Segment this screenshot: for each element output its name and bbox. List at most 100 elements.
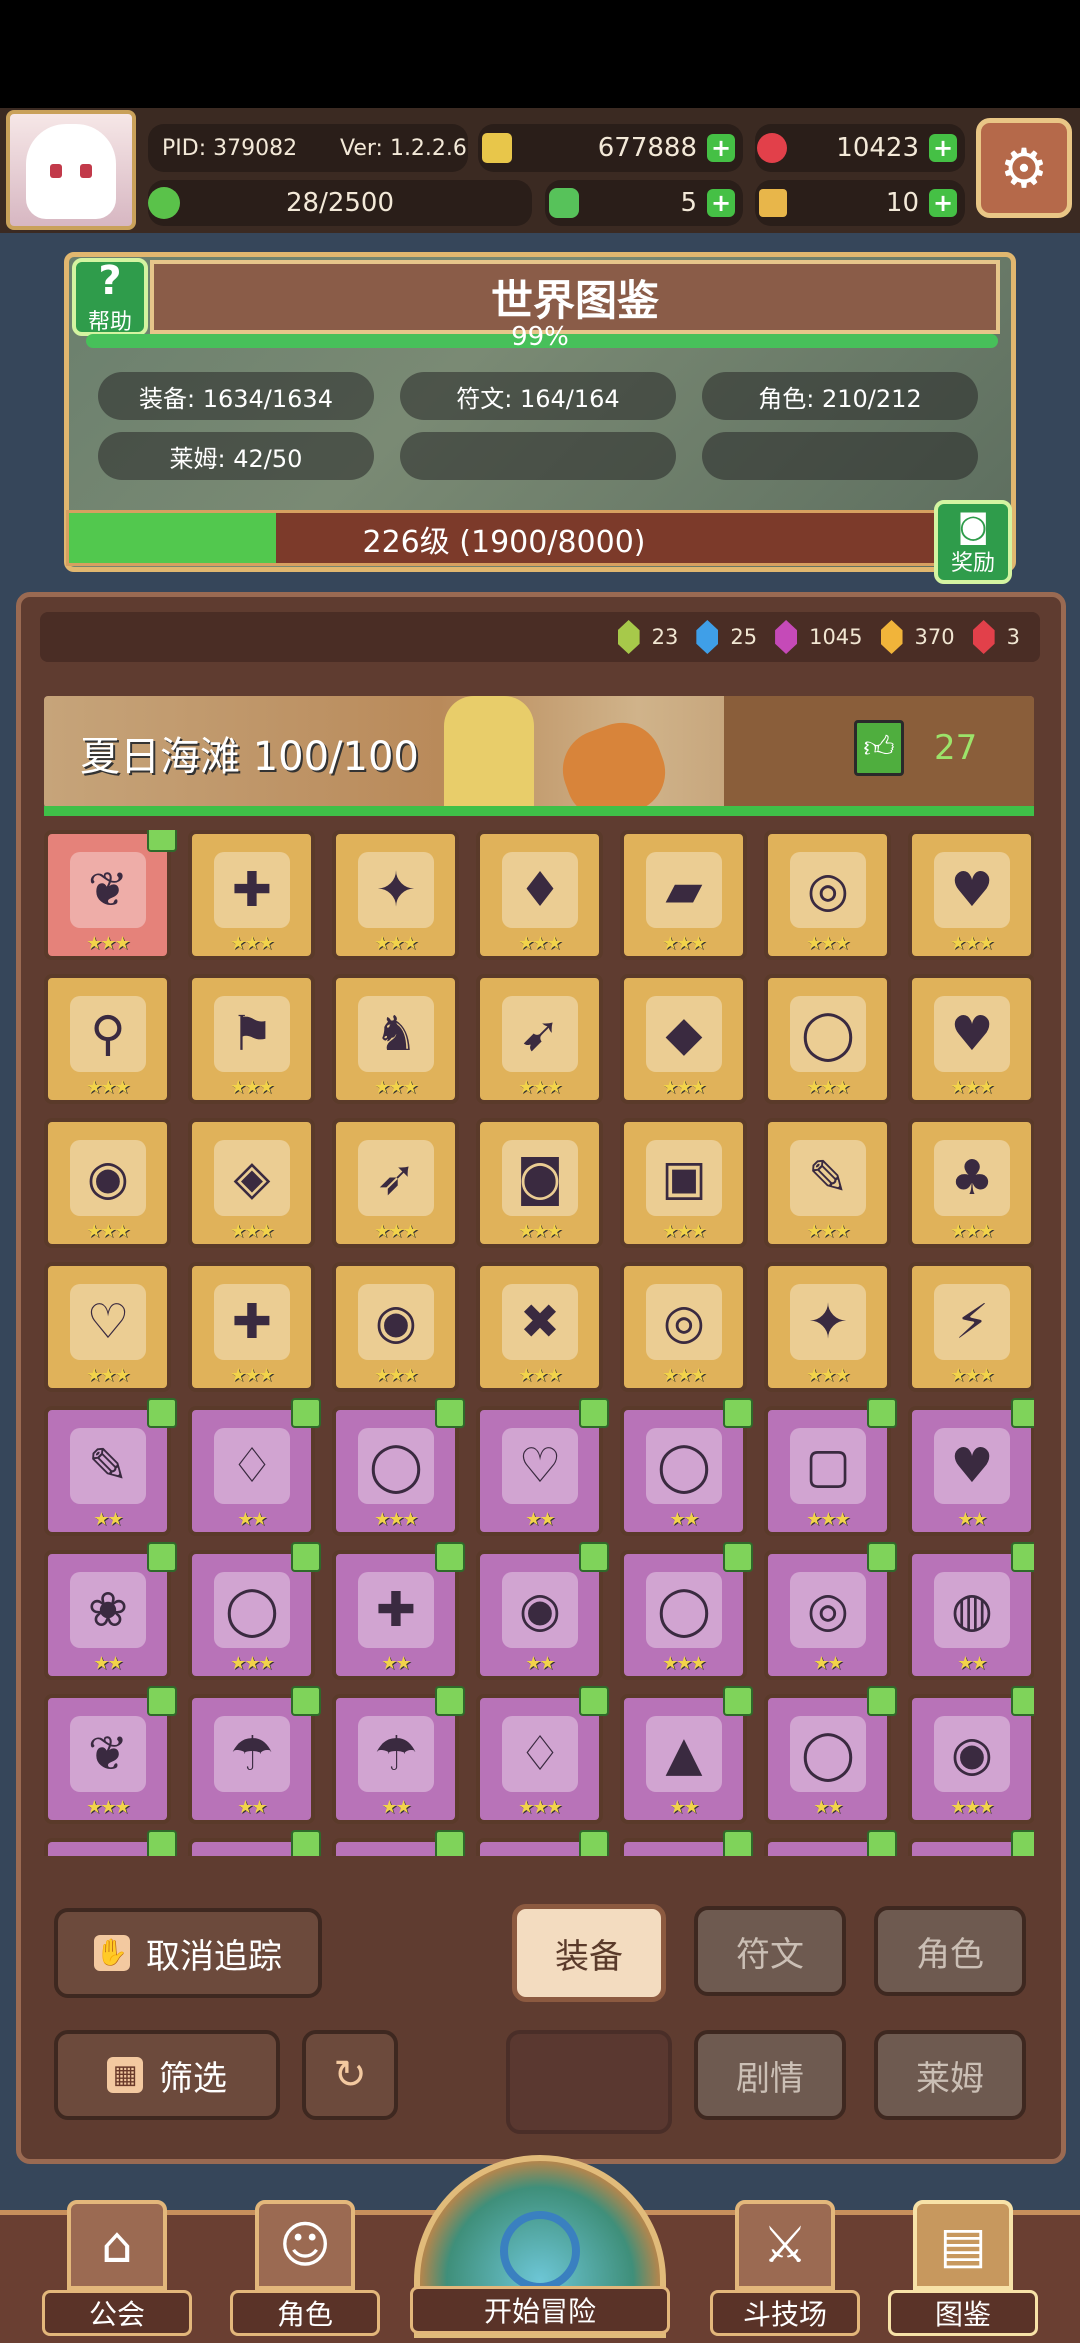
collection-item[interactable]: ◎★★★ [620, 1262, 747, 1392]
pid-text: PID: 379082 [162, 135, 298, 161]
tracked-thumb-icon [867, 1686, 897, 1716]
collection-item[interactable]: ❦★★ [44, 1830, 177, 1856]
collection-item[interactable]: ◎★★★ [764, 830, 891, 960]
tracked-thumb-icon [1011, 1830, 1034, 1856]
collection-item[interactable]: ♢ ★★★ [476, 1686, 609, 1824]
collection-item[interactable]: ▢ ★★★ [764, 1398, 897, 1536]
item-icon: ❦ [70, 1716, 146, 1792]
collection-item[interactable]: ▰ ★★★ [620, 830, 747, 960]
collection-item[interactable]: ⚑ ★★★ [188, 974, 315, 1104]
item-icon: ◆ [646, 996, 722, 1072]
tracked-thumb-icon [723, 1830, 753, 1856]
collection-item[interactable]: ❦ ★★★ [44, 1686, 177, 1824]
add-gem-button[interactable]: + [929, 134, 957, 162]
tab-story[interactable]: 剧情 [694, 2030, 846, 2120]
nav-guild[interactable]: ⌂ 公会 [42, 2190, 192, 2336]
add-clover-button[interactable]: + [707, 189, 735, 217]
gem-counter: 10423 + [755, 124, 965, 172]
refresh-button[interactable]: ↻ [302, 2030, 398, 2120]
collection-item[interactable]: ➹ ★★★ [476, 974, 603, 1104]
collection-item[interactable]: ◉ ★★★ [44, 1118, 171, 1248]
nav-codex[interactable]: ▤ 图鉴 [888, 2190, 1038, 2336]
add-gold-button[interactable]: + [707, 134, 735, 162]
collection-item[interactable]: ◯ ★★ [620, 1398, 753, 1536]
nav-role[interactable]: ☺ 角色 [230, 2190, 380, 2336]
collection-item[interactable]: ▲ ★★ [620, 1686, 753, 1824]
item-icon: ☂ [214, 1716, 290, 1792]
key-amount: 10 [885, 188, 919, 218]
collection-item[interactable]: ◯ ★★★ [188, 1542, 321, 1680]
tab-role-label: 角色 [916, 1934, 984, 1975]
collection-item[interactable]: ◈ ★★★ [188, 1118, 315, 1248]
collection-item[interactable]: ◉ ★★★ [908, 1686, 1034, 1824]
tab-slime[interactable]: 莱姆 [874, 2030, 1026, 2120]
collection-item[interactable]: ♥★★ [908, 1398, 1034, 1536]
tab-equipment[interactable]: 装备 [512, 1904, 666, 2002]
collection-item[interactable]: ✚★★ [332, 1542, 465, 1680]
collection-item[interactable]: ♥★★ [908, 1830, 1034, 1856]
collection-item[interactable]: ✦★★★ [764, 1262, 891, 1392]
item-icon: ♡ [70, 1284, 146, 1360]
collection-item[interactable]: ☂ ★★ [188, 1686, 321, 1824]
collection-item[interactable]: ◎ ★★ [764, 1542, 897, 1680]
collection-item[interactable]: ◍ ★★ [908, 1542, 1034, 1680]
collection-item[interactable]: ◉ ★★ [476, 1542, 609, 1680]
stat-slime: 莱姆: 42/50 [98, 432, 374, 480]
collection-item[interactable]: ✚ ★★★ [188, 830, 315, 960]
star-rating: ★★ [957, 1653, 987, 1674]
collection-item[interactable]: ✦★★★ [332, 830, 459, 960]
like-button[interactable]: 👍︎ [854, 720, 904, 776]
collection-item[interactable]: ✖ ★★★ [476, 1262, 603, 1392]
collection-item[interactable]: ◯ ★★★ [620, 1542, 753, 1680]
collection-item[interactable]: ◯ ★★★ [764, 974, 891, 1104]
collection-item[interactable]: ✚★★ [188, 1830, 321, 1856]
collection-item[interactable]: ✎ ★★ [44, 1398, 177, 1536]
collection-item[interactable]: ◉ ★★★ [332, 1262, 459, 1392]
tracked-thumb-icon [291, 1686, 321, 1716]
collection-item[interactable]: ♣ ★★★ [908, 1118, 1034, 1248]
like-count: 27 [934, 728, 978, 768]
collection-item[interactable]: ✎ ★★★ [764, 1118, 891, 1248]
collection-item[interactable]: ♦★★ [476, 1830, 609, 1856]
gem-icon [617, 620, 640, 654]
collection-item[interactable]: ❦ ★★★ [44, 830, 177, 960]
collection-item[interactable]: ◙ ★★★ [476, 1118, 603, 1248]
collection-item[interactable]: ❀ ★★ [44, 1542, 177, 1680]
collection-item[interactable]: ♡ ★★★ [44, 1262, 171, 1392]
collection-item[interactable]: ▣ ★★★ [620, 1118, 747, 1248]
collection-item[interactable]: ♥ ★★★ [908, 830, 1034, 960]
star-rating: ★★★ [518, 1365, 562, 1386]
collection-item[interactable]: ◯ ★★★ [332, 1398, 465, 1536]
tracked-thumb-icon [579, 1398, 609, 1428]
collection-item[interactable]: ♦ ★★★ [476, 830, 603, 960]
collection-item[interactable]: ◎★★★ [764, 1830, 897, 1856]
star-rating: ★★★ [86, 1077, 130, 1098]
help-button[interactable]: ? 帮助 [72, 258, 148, 336]
star-rating: ★★ [813, 1653, 843, 1674]
clover-stamina-icon [148, 187, 180, 219]
collection-item[interactable]: ♥ ★★★ [908, 974, 1034, 1104]
star-rating: ★★ [237, 1509, 267, 1530]
collection-item[interactable]: ◯ ★★ [764, 1686, 897, 1824]
nav-arena[interactable]: ⚔ 斗技场 [710, 2190, 860, 2336]
collection-item[interactable]: ◆ ★★★ [620, 974, 747, 1104]
collection-item[interactable]: ♢ ★★ [188, 1398, 321, 1536]
filter-button[interactable]: ▦ 筛选 [54, 2030, 280, 2120]
collection-item[interactable]: ✚ ★★★ [188, 1262, 315, 1392]
nav-adventure-label[interactable]: 开始冒险 [410, 2286, 670, 2334]
collection-item[interactable]: ⚲ ★★★ [44, 974, 171, 1104]
tab-rune[interactable]: 符文 [694, 1906, 846, 1996]
collection-item[interactable]: ⚡ ★★★ [908, 1262, 1034, 1392]
untrack-button[interactable]: ✋ 取消追踪 [54, 1908, 322, 1998]
collection-item[interactable]: ♡ ★★ [476, 1398, 609, 1536]
collection-item[interactable]: ☂ ★★ [332, 1686, 465, 1824]
collection-item[interactable]: ♞ ★★★ [332, 974, 459, 1104]
collection-item[interactable]: ▰★★ [620, 1830, 753, 1856]
collection-item[interactable]: ✦★★★ [332, 1830, 465, 1856]
player-avatar[interactable] [6, 110, 136, 230]
reward-button[interactable]: ◙ 奖励 [934, 500, 1012, 584]
settings-gear-button[interactable]: ⚙ [976, 118, 1072, 218]
add-key-button[interactable]: + [929, 189, 957, 217]
tab-role[interactable]: 角色 [874, 1906, 1026, 1996]
collection-item[interactable]: ➶ ★★★ [332, 1118, 459, 1248]
